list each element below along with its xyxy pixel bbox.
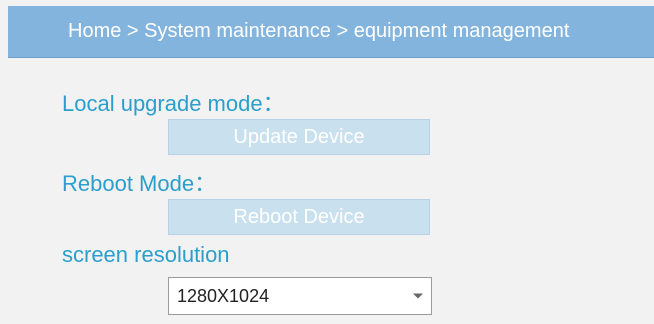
reboot-device-button-label: Reboot Device <box>233 205 365 228</box>
screen-resolution-label: screen resolution <box>62 242 230 267</box>
local-upgrade-mode-label: Local upgrade mode： <box>62 91 285 116</box>
breadcrumb: Home > System maintenance > equipment ma… <box>8 6 654 58</box>
reboot-mode-label: Reboot Mode： <box>62 171 217 196</box>
breadcrumb-text: Home > System maintenance > equipment ma… <box>68 20 570 42</box>
update-device-button-label: Update Device <box>233 125 365 148</box>
update-device-button[interactable]: Update Device <box>168 119 430 155</box>
chevron-down-icon[interactable] <box>413 293 423 299</box>
screen-resolution-value: 1280X1024 <box>177 285 270 306</box>
reboot-device-button[interactable]: Reboot Device <box>168 199 430 235</box>
screen-resolution-select[interactable]: 1280X1024 <box>168 277 432 315</box>
